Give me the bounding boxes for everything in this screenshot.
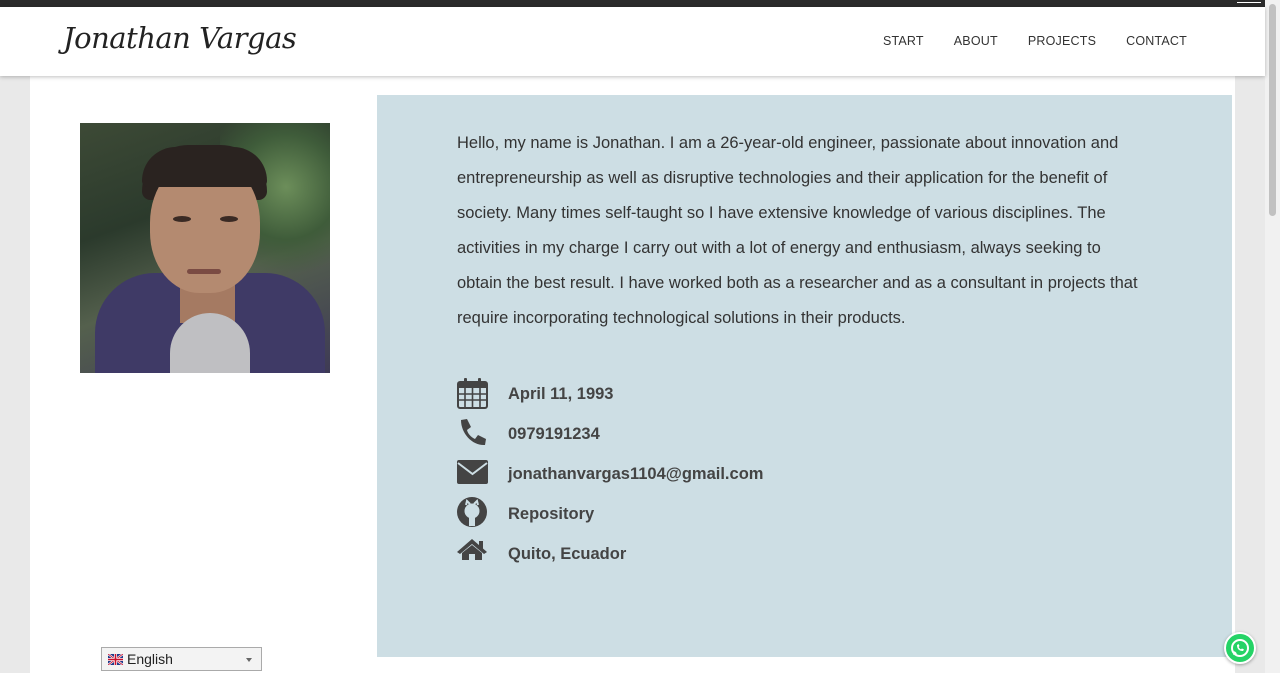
nav-contact[interactable]: CONTACT bbox=[1126, 34, 1187, 48]
about-panel: Hello, my name is Jonathan. I am a 26-ye… bbox=[377, 95, 1232, 657]
browser-top-bar bbox=[0, 0, 1265, 7]
phone-icon bbox=[461, 419, 486, 446]
github-icon bbox=[457, 497, 487, 527]
envelope-icon bbox=[457, 460, 488, 484]
repository-link[interactable]: Repository bbox=[508, 505, 594, 524]
bio-text: Hello, my name is Jonathan. I am a 26-ye… bbox=[457, 134, 1138, 327]
main-nav: START ABOUT PROJECTS CONTACT bbox=[883, 34, 1187, 48]
scrollbar-thumb[interactable] bbox=[1269, 4, 1276, 216]
language-label: English bbox=[127, 651, 173, 667]
home-icon bbox=[457, 539, 487, 560]
whatsapp-button[interactable] bbox=[1224, 632, 1256, 664]
page-scrollbar[interactable] bbox=[1265, 0, 1280, 673]
location-text: Quito, Ecuador bbox=[508, 545, 627, 563]
uk-flag-icon bbox=[108, 654, 123, 665]
language-selector[interactable]: English bbox=[101, 647, 262, 671]
nav-projects[interactable]: PROJECTS bbox=[1028, 34, 1096, 48]
birthdate-text: April 11, 1993 bbox=[508, 385, 614, 403]
email-text[interactable]: jonathanvargas1104@gmail.com bbox=[508, 465, 763, 484]
profile-photo bbox=[80, 123, 330, 373]
menu-line-icon bbox=[1237, 2, 1261, 3]
chevron-down-icon bbox=[246, 658, 252, 662]
site-header: Jonathan Vargas START ABOUT PROJECTS CON… bbox=[0, 7, 1265, 76]
calendar-icon bbox=[457, 378, 488, 409]
nav-about[interactable]: ABOUT bbox=[954, 34, 998, 48]
brand-logo[interactable]: Jonathan Vargas bbox=[63, 21, 297, 55]
nav-start[interactable]: START bbox=[883, 34, 924, 48]
whatsapp-icon bbox=[1231, 639, 1249, 657]
phone-text: 0979191234 bbox=[508, 425, 600, 443]
page-container: Hello, my name is Jonathan. I am a 26-ye… bbox=[30, 76, 1235, 673]
